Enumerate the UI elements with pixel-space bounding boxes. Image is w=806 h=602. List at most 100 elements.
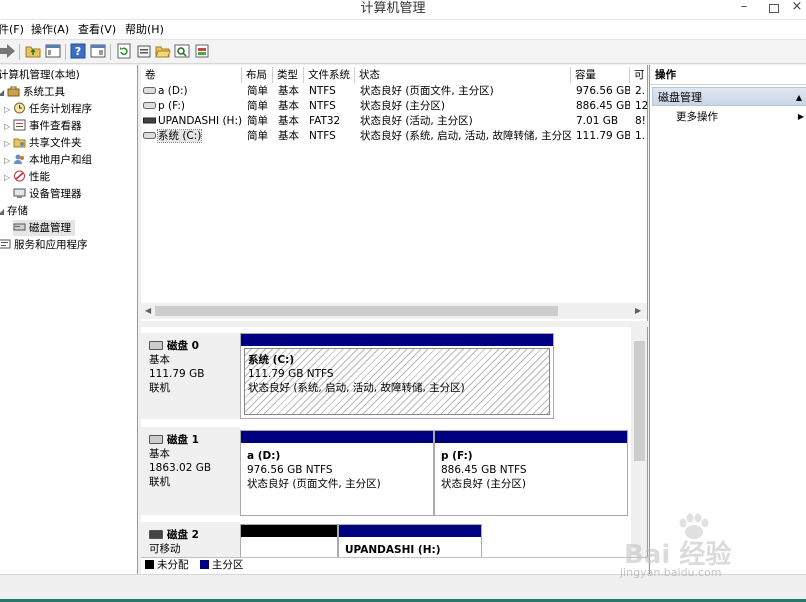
refresh-icon <box>117 43 131 59</box>
removable-disk-icon <box>149 530 163 539</box>
partition-bar <box>241 525 337 537</box>
collapse-arrow-icon: ◢ <box>0 85 7 101</box>
scrollbar-thumb[interactable] <box>155 306 558 316</box>
disk-view: 磁盘 0 基本 111.79 GB 联机 系统 (C:) 111.79 GB N… <box>141 327 648 557</box>
tree-system-tools[interactable]: ◢系统工具 <box>0 84 65 100</box>
partition-p-f[interactable]: p (F:) 886.45 GB NTFS 状态良好 (主分区) <box>434 430 628 516</box>
window-title: 计算机管理 <box>360 1 426 16</box>
show-tree-button[interactable] <box>45 43 63 61</box>
disk-2-label[interactable]: 磁盘 2 可移动 <box>141 522 240 557</box>
table-row[interactable]: UPANDASHI (H:) 简单 基本 FAT32 状态良好 (活动, 主分区… <box>141 114 647 129</box>
tree-local-users[interactable]: ▷ 本地用户和组 <box>4 152 92 168</box>
svg-text:?: ? <box>75 45 81 58</box>
expand-arrow-icon: ▷ <box>4 105 11 114</box>
table-row[interactable]: a (D:) 简单 基本 NTFS 状态良好 (页面文件, 主分区) 976.5… <box>141 84 647 99</box>
maximize-button[interactable] <box>760 0 788 18</box>
menu-help[interactable]: 帮助(H) <box>125 20 164 39</box>
disk-settings-icon <box>195 44 209 58</box>
forward-arrow-icon <box>0 44 15 58</box>
show-action-pane-button[interactable] <box>90 43 108 61</box>
hard-disk-icon <box>149 341 163 350</box>
menu-action[interactable]: 操作(A) <box>31 20 69 39</box>
title-bar: 计算机管理 – × <box>0 0 806 20</box>
partition-unallocated[interactable] <box>240 524 338 557</box>
help-icon: ? <box>70 43 86 59</box>
col-layout[interactable]: 布局 <box>242 67 273 83</box>
console-tree: 计算机管理(本地) ◢系统工具 ▷任务计划程序 ▷事件查看器 ▷共享文件夹 ▷本… <box>0 65 138 574</box>
toolbar-separator <box>110 44 111 60</box>
toolbar-separator <box>19 44 20 60</box>
system-drive-icon <box>143 132 156 139</box>
scrollbar-thumb[interactable] <box>634 341 645 461</box>
toolbar-separator <box>65 44 66 60</box>
disk-management-icon <box>13 223 26 231</box>
tree-services-apps[interactable]: 服务和应用程序 <box>0 237 88 253</box>
tree-event-viewer[interactable]: ▷ 事件查看器 <box>4 118 82 134</box>
tree-storage[interactable]: ◢存储 <box>0 203 28 219</box>
col-free[interactable]: 可 <box>630 67 647 83</box>
toolbar: ? <box>0 39 806 64</box>
scroll-left-icon[interactable]: ◀ <box>145 303 151 319</box>
device-manager-icon <box>13 188 26 198</box>
tree-disk-management[interactable]: 磁盘管理 <box>13 220 75 236</box>
horizontal-scrollbar[interactable]: ◀ ▶ <box>141 303 647 319</box>
usb-drive-icon <box>143 117 156 124</box>
col-capacity[interactable]: 容量 <box>571 67 630 83</box>
col-filesystem[interactable]: 文件系统 <box>304 67 355 83</box>
table-row[interactable]: 系统 (C:) 简单 基本 NTFS 状态良好 (系统, 启动, 活动, 故障转… <box>141 129 647 144</box>
expand-arrow-icon: ▷ <box>4 173 11 182</box>
actions-section-disk-management[interactable]: 磁盘管理 ▲ <box>652 87 806 106</box>
partition-bar <box>241 431 433 443</box>
partition-upandashi-h[interactable]: UPANDASHI (H:) <box>338 524 482 557</box>
search-button[interactable] <box>174 43 192 61</box>
volume-list: 卷 布局 类型 文件系统 状态 容量 可 a (D:) 简单 基本 NTFS 状… <box>141 65 648 321</box>
users-icon <box>14 154 24 164</box>
chevron-right-icon: ▶ <box>797 112 804 121</box>
table-row[interactable]: p (F:) 简单 基本 NTFS 状态良好 (主分区) 886.45 GB 1… <box>141 99 647 114</box>
tree-task-scheduler[interactable]: ▷ 任务计划程序 <box>4 101 92 117</box>
forward-button[interactable] <box>0 43 18 61</box>
minimize-button[interactable]: – <box>730 0 758 18</box>
collapse-arrow-icon: ◢ <box>0 204 7 220</box>
disk-0-label[interactable]: 磁盘 0 基本 111.79 GB 联机 <box>141 333 240 419</box>
partition-bar <box>435 431 627 443</box>
legend-swatch-unallocated <box>145 560 154 569</box>
maximize-icon <box>769 4 779 13</box>
col-volume[interactable]: 卷 <box>141 67 242 83</box>
scroll-right-icon[interactable]: ▶ <box>635 303 641 319</box>
drive-icon <box>143 102 156 109</box>
legend: 未分配 主分区 <box>141 557 648 574</box>
tree-performance[interactable]: ▷ 性能 <box>4 169 50 185</box>
refresh-button[interactable] <box>116 43 134 61</box>
more-actions-item[interactable]: 更多操作 ▶ <box>676 109 804 125</box>
help-button[interactable]: ? <box>70 43 88 61</box>
partition-system-c[interactable]: 系统 (C:) 111.79 GB NTFS 状态良好 (系统, 启动, 活动,… <box>240 333 554 419</box>
col-type[interactable]: 类型 <box>273 67 304 83</box>
tree-device-manager[interactable]: 设备管理器 <box>13 186 82 202</box>
menu-file[interactable]: 件(F) <box>0 20 24 39</box>
performance-icon <box>14 170 25 182</box>
up-folder-button[interactable] <box>25 43 43 61</box>
properties-icon <box>137 45 151 58</box>
expand-arrow-icon: ▷ <box>4 156 11 165</box>
services-icon <box>0 239 11 249</box>
partition-a-d[interactable]: a (D:) 976.56 GB NTFS 状态良好 (页面文件, 主分区) <box>240 430 434 516</box>
disk-1-label[interactable]: 磁盘 1 基本 1863.02 GB 联机 <box>141 427 240 515</box>
clock-icon <box>14 102 25 114</box>
partition-bar <box>339 525 481 537</box>
open-button[interactable] <box>155 43 173 61</box>
properties-button[interactable] <box>136 43 154 61</box>
vertical-scrollbar[interactable] <box>631 327 647 557</box>
tree-shared-folders[interactable]: ▷ 共享文件夹 <box>4 135 82 151</box>
action-pane-icon <box>90 44 106 58</box>
menu-view[interactable]: 查看(V) <box>78 20 116 39</box>
folder-up-icon <box>25 46 41 58</box>
col-status[interactable]: 状态 <box>355 67 571 83</box>
hard-disk-icon <box>149 435 163 444</box>
legend-swatch-primary <box>199 560 209 569</box>
close-button[interactable]: × <box>786 0 806 18</box>
partition-bar <box>241 334 553 346</box>
collapse-up-icon[interactable]: ▲ <box>796 88 802 107</box>
tree-root[interactable]: 计算机管理(本地) <box>0 67 80 83</box>
disk-settings-button[interactable] <box>194 43 212 61</box>
